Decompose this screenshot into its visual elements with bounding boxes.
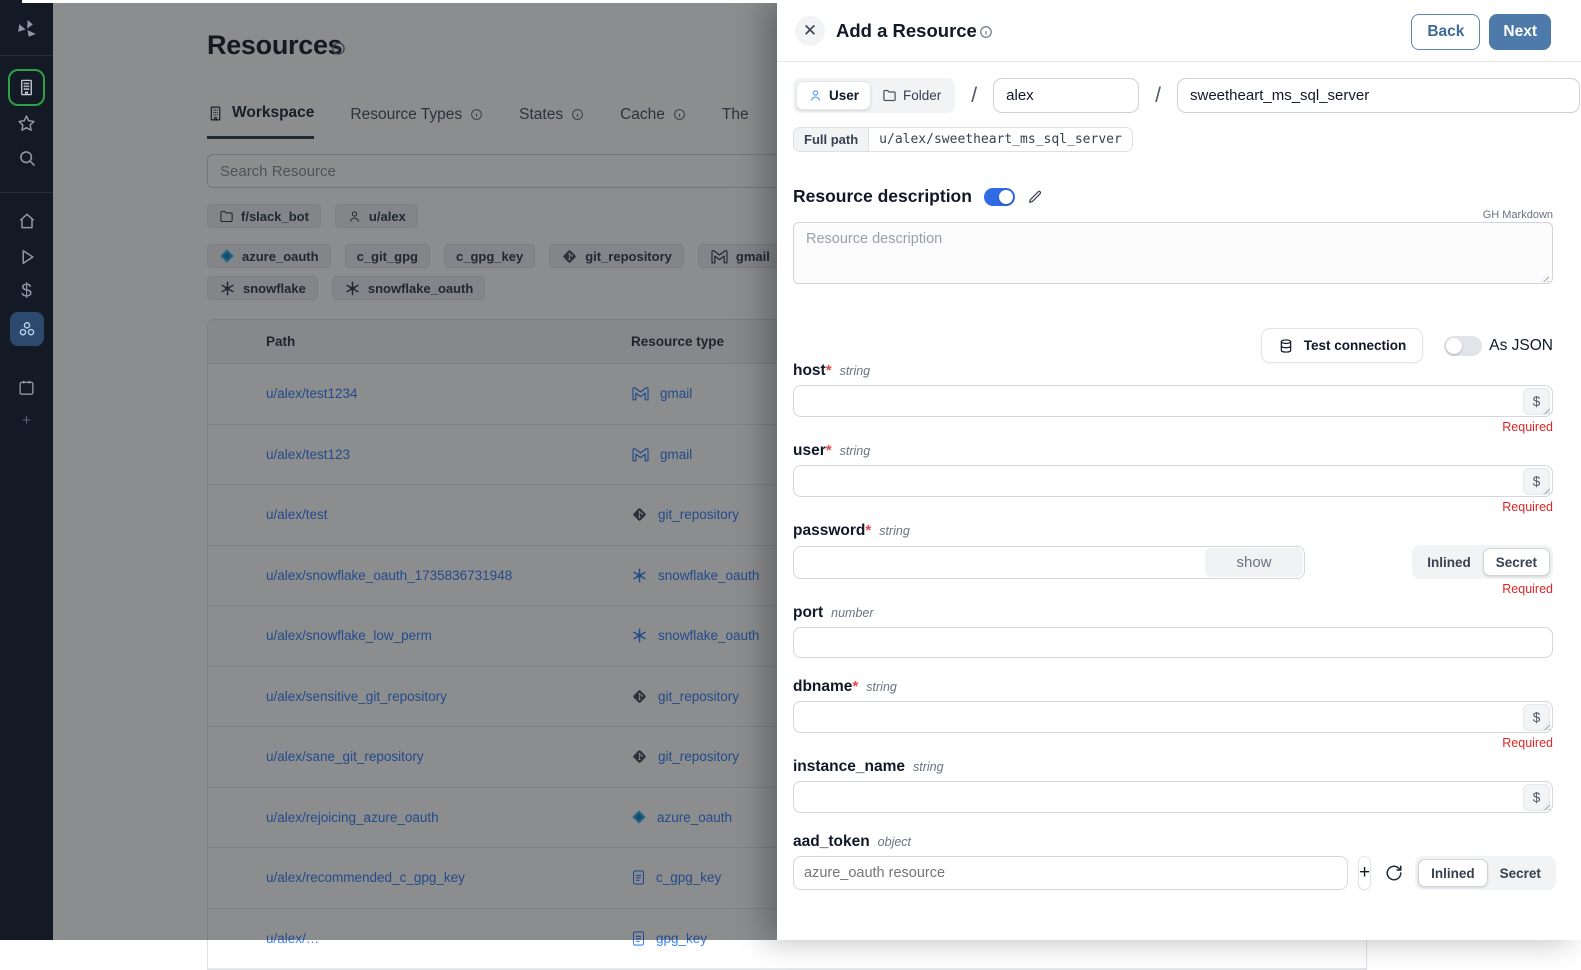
schedules-calendar-icon[interactable] [0,378,53,397]
description-toggle[interactable] [984,188,1015,206]
divider [0,192,53,193]
port-input[interactable] [794,628,1552,657]
variables-dollar-icon[interactable]: $ [0,281,53,303]
resource-form: host*string$Requireduser*string$Required… [793,362,1553,910]
required-asterisk: * [852,678,858,695]
field-label: password* [793,522,871,540]
plus-icon[interactable]: + [0,412,53,429]
as-json-label: As JSON [1489,337,1553,355]
path-separator: / [1155,84,1161,108]
add-resource-drawer: ✕ Add a Resource Back Next User [777,0,1581,940]
aad_token-storage-segmented: InlinedSecret [1415,856,1556,890]
aad_token-input[interactable] [794,857,1347,889]
segment-inlined[interactable]: Inlined [1418,859,1488,887]
field-port: port number [793,604,1553,658]
top-strip [22,0,1581,3]
field-type: number [831,606,873,620]
back-button[interactable]: Back [1411,14,1480,50]
description-heading: Resource description [793,186,972,207]
runs-play-icon[interactable] [0,247,53,267]
path-picker: User Folder / / [793,78,1580,113]
dbname-input[interactable] [794,702,1552,732]
field-type: string [913,760,944,774]
field-host: host*string$Required [793,362,1553,436]
required-hint: Required [793,736,1553,752]
path-owner-input[interactable] [993,78,1139,113]
field-type: string [840,444,871,458]
field-label: user* [793,442,832,460]
host-input[interactable] [794,386,1552,416]
workspace-building-icon[interactable] [8,69,45,106]
field-label: aad_token [793,833,870,851]
search-icon[interactable] [0,148,53,168]
show-password-button[interactable]: show [1205,548,1303,577]
home-icon[interactable] [0,211,53,231]
path-name-input[interactable] [1177,78,1580,113]
required-asterisk: * [865,522,871,539]
field-label: port [793,604,823,622]
full-path: Full path u/alex/sweetheart_ms_sql_serve… [793,127,1133,152]
field-label: dbname* [793,678,858,696]
add-resource-button[interactable]: + [1358,856,1371,890]
gh-markdown-hint: GH Markdown [1483,209,1553,221]
person-icon [808,88,823,103]
segment-inlined[interactable]: Inlined [1415,548,1483,576]
drawer-header: ✕ Add a Resource Back Next [777,0,1581,62]
password-storage-segmented: InlinedSecret [1412,545,1553,579]
field-instance_name: instance_namestring$ [793,758,1553,813]
windmill-logo-icon[interactable] [0,16,53,43]
field-type: string [840,364,871,378]
field-user: user*string$Required [793,442,1553,516]
favorites-star-icon[interactable] [0,113,53,134]
folder-icon [882,88,897,103]
path-separator: / [971,84,977,108]
segment-secret[interactable]: Secret [1488,859,1553,887]
full-path-label: Full path [794,128,868,151]
drawer-title: Add a Resource [836,20,977,42]
user-input[interactable] [794,466,1552,496]
required-asterisk: * [826,362,832,379]
divider [0,55,53,56]
close-icon[interactable]: ✕ [795,16,825,46]
required-asterisk: * [826,442,832,459]
field-type: string [879,524,910,538]
field-type: string [866,680,897,694]
next-button[interactable]: Next [1489,14,1551,50]
field-aad_token: aad_token object + InlinedSecret [793,833,1553,890]
field-label: instance_name [793,758,905,776]
segment-secret[interactable]: Secret [1483,548,1550,576]
required-hint: Required [793,582,1553,598]
as-json-toggle[interactable] [1444,336,1482,356]
pencil-icon[interactable] [1027,189,1043,205]
owner-kind-segmented: User Folder [793,78,955,113]
refresh-icon[interactable] [1385,864,1403,882]
resources-icon[interactable] [10,312,44,346]
full-path-value: u/alex/sweetheart_ms_sql_server [868,128,1132,151]
instance_name-input[interactable] [794,782,1552,812]
field-password: password* string show InlinedSecret Required [793,522,1553,598]
field-dbname: dbname*string$Required [793,678,1553,752]
owner-kind-folder[interactable]: Folder [871,81,952,110]
info-icon[interactable] [979,25,993,44]
owner-kind-user[interactable]: User [796,81,871,110]
description-textarea[interactable] [793,222,1553,284]
test-connection-button[interactable]: Test connection [1261,328,1424,363]
field-type: object [878,835,911,849]
sidebar: $ + [0,0,53,940]
required-hint: Required [793,500,1553,516]
required-hint: Required [793,420,1553,436]
field-label: host* [793,362,832,380]
modal-overlay[interactable] [53,0,777,940]
database-icon [1278,338,1294,354]
